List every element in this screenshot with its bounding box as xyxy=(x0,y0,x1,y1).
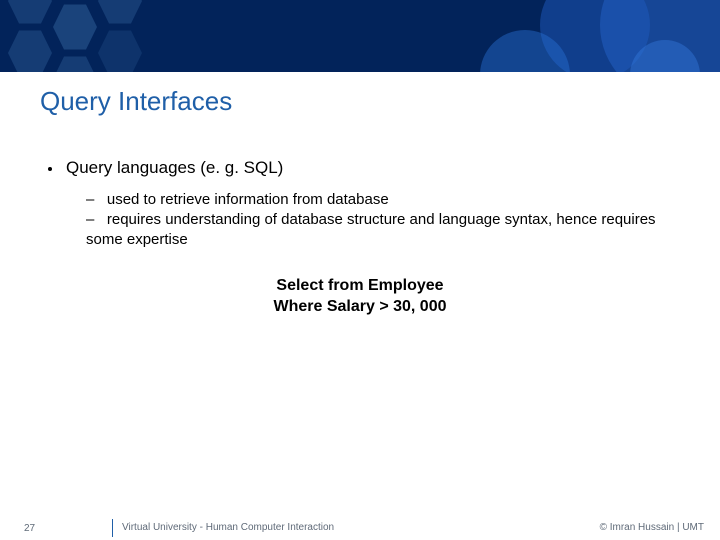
bullet-dot-icon xyxy=(48,167,52,171)
hex-decoration xyxy=(8,0,52,26)
sub-bullet: – requires understanding of database str… xyxy=(86,210,680,249)
footer-right-text: © Imran Hussain | UMT xyxy=(600,522,704,533)
hex-decoration xyxy=(98,28,142,72)
footer-center-text: Virtual University - Human Computer Inte… xyxy=(122,522,334,533)
bullet-main-text: Query languages (e. g. SQL) xyxy=(66,158,283,177)
footer-separator xyxy=(112,519,113,537)
page-number: 27 xyxy=(24,523,35,534)
hex-decoration xyxy=(8,28,52,72)
sub-bullet-text: requires understanding of database struc… xyxy=(86,211,656,248)
footer: 27 Virtual University - Human Computer I… xyxy=(0,514,720,540)
code-line: Where Salary > 30, 000 xyxy=(0,297,720,318)
sub-bullet-text: used to retrieve information from databa… xyxy=(107,191,389,208)
slide-title: Query Interfaces xyxy=(40,86,232,117)
header-bar xyxy=(0,0,720,72)
hex-decoration xyxy=(53,54,97,72)
hex-decoration xyxy=(98,0,142,26)
code-example: Select from Employee Where Salary > 30, … xyxy=(0,276,720,318)
slide: Query Interfaces Query languages (e. g. … xyxy=(0,0,720,540)
bullet-main: Query languages (e. g. SQL) xyxy=(48,158,283,178)
code-line: Select from Employee xyxy=(0,276,720,297)
sub-bullet: – used to retrieve information from data… xyxy=(86,190,680,210)
hex-decoration xyxy=(53,2,97,52)
